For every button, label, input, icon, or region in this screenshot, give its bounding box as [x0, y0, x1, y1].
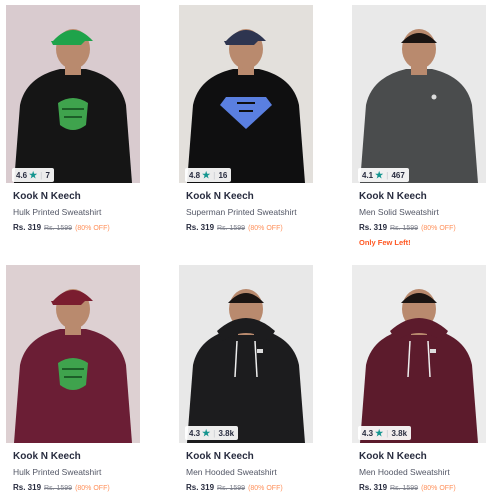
- rating-value: 4.1: [362, 170, 374, 180]
- price-discount: (80% OFF): [248, 225, 283, 232]
- product-image[interactable]: [6, 265, 140, 443]
- product-grid: 4.6 ★ | 7 Kook N Keech Hulk Printed Swea…: [0, 0, 491, 500]
- product-title: Hulk Printed Sweatshirt: [13, 467, 102, 477]
- product-image[interactable]: [179, 5, 313, 183]
- product-card[interactable]: 4.1 ★ | 467 Kook N Keech Men Solid Sweat…: [352, 5, 486, 247]
- product-price: Rs. 319 Rs. 1599 (80% OFF): [179, 483, 313, 492]
- product-image[interactable]: [352, 265, 486, 443]
- price-current: Rs. 319: [359, 223, 388, 232]
- model-photo: [6, 5, 140, 183]
- product-card[interactable]: 4.8 ★ | 16 Kook N Keech Superman Printed…: [179, 5, 313, 232]
- product-brand: Kook N Keech: [359, 451, 427, 462]
- rating-value: 4.3: [189, 428, 201, 438]
- product-card[interactable]: 4.3 ★ | 3.8k Kook N Keech Men Hooded Swe…: [352, 265, 486, 492]
- price-current: Rs. 319: [359, 483, 388, 492]
- product-price: Rs. 319 Rs. 1599 (80% OFF): [352, 223, 486, 232]
- product-brand: Kook N Keech: [13, 191, 81, 202]
- rating-value: 4.8: [189, 170, 201, 180]
- product-card[interactable]: 4.3 ★ | 3.8k Kook N Keech Men Hooded Swe…: [179, 265, 313, 492]
- star-icon: ★: [375, 427, 384, 438]
- rating-badge: 4.3 ★ | 3.8k: [358, 426, 412, 440]
- rating-badge: 4.1 ★ | 467: [358, 168, 409, 182]
- rating-value: 4.3: [362, 428, 374, 438]
- star-icon: ★: [375, 169, 384, 180]
- product-price: Rs. 319 Rs. 1599 (80% OFF): [179, 223, 313, 232]
- product-brand: Kook N Keech: [13, 451, 81, 462]
- model-photo: [179, 265, 313, 443]
- rating-count: 3.8k: [218, 428, 235, 438]
- price-discount: (80% OFF): [421, 225, 456, 232]
- rating-count: 467: [391, 170, 405, 180]
- rating-value: 4.6: [16, 170, 28, 180]
- price-mrp: Rs. 1599: [44, 225, 73, 232]
- product-title: Men Solid Sweatshirt: [359, 207, 439, 217]
- price-mrp: Rs. 1599: [217, 485, 246, 492]
- rating-badge: 4.8 ★ | 16: [185, 168, 232, 182]
- product-image[interactable]: [6, 5, 140, 183]
- product-price: Rs. 319 Rs. 1599 (80% OFF): [6, 223, 140, 232]
- product-brand: Kook N Keech: [359, 191, 427, 202]
- model-photo: [352, 5, 486, 183]
- product-title: Men Hooded Sweatshirt: [359, 467, 450, 477]
- rating-count: 7: [45, 170, 50, 180]
- product-brand: Kook N Keech: [186, 451, 254, 462]
- product-title: Men Hooded Sweatshirt: [186, 467, 277, 477]
- price-mrp: Rs. 1599: [390, 225, 419, 232]
- product-title: Superman Printed Sweatshirt: [186, 207, 297, 217]
- model-photo: [6, 265, 140, 443]
- product-brand: Kook N Keech: [186, 191, 254, 202]
- product-price: Rs. 319 Rs. 1599 (80% OFF): [352, 483, 486, 492]
- price-discount: (80% OFF): [75, 485, 110, 492]
- product-title: Hulk Printed Sweatshirt: [13, 207, 102, 217]
- price-current: Rs. 319: [186, 483, 215, 492]
- price-current: Rs. 319: [186, 223, 215, 232]
- price-mrp: Rs. 1599: [44, 485, 73, 492]
- price-discount: (80% OFF): [75, 225, 110, 232]
- price-current: Rs. 319: [13, 223, 42, 232]
- model-photo: [352, 265, 486, 443]
- rating-badge: 4.6 ★ | 7: [12, 168, 54, 182]
- star-icon: ★: [202, 427, 211, 438]
- stock-warning: Only Few Left!: [359, 238, 411, 247]
- price-discount: (80% OFF): [421, 485, 456, 492]
- model-photo: [179, 5, 313, 183]
- product-card[interactable]: Kook N Keech Hulk Printed Sweatshirt Rs.…: [6, 265, 140, 492]
- star-icon: ★: [29, 169, 38, 180]
- rating-badge: 4.3 ★ | 3.8k: [185, 426, 239, 440]
- price-current: Rs. 319: [13, 483, 42, 492]
- product-price: Rs. 319 Rs. 1599 (80% OFF): [6, 483, 140, 492]
- product-image[interactable]: [352, 5, 486, 183]
- price-mrp: Rs. 1599: [390, 485, 419, 492]
- product-image[interactable]: [179, 265, 313, 443]
- rating-count: 3.8k: [391, 428, 408, 438]
- star-icon: ★: [202, 169, 211, 180]
- price-mrp: Rs. 1599: [217, 225, 246, 232]
- price-discount: (80% OFF): [248, 485, 283, 492]
- product-card[interactable]: 4.6 ★ | 7 Kook N Keech Hulk Printed Swea…: [6, 5, 140, 232]
- rating-count: 16: [218, 170, 228, 180]
